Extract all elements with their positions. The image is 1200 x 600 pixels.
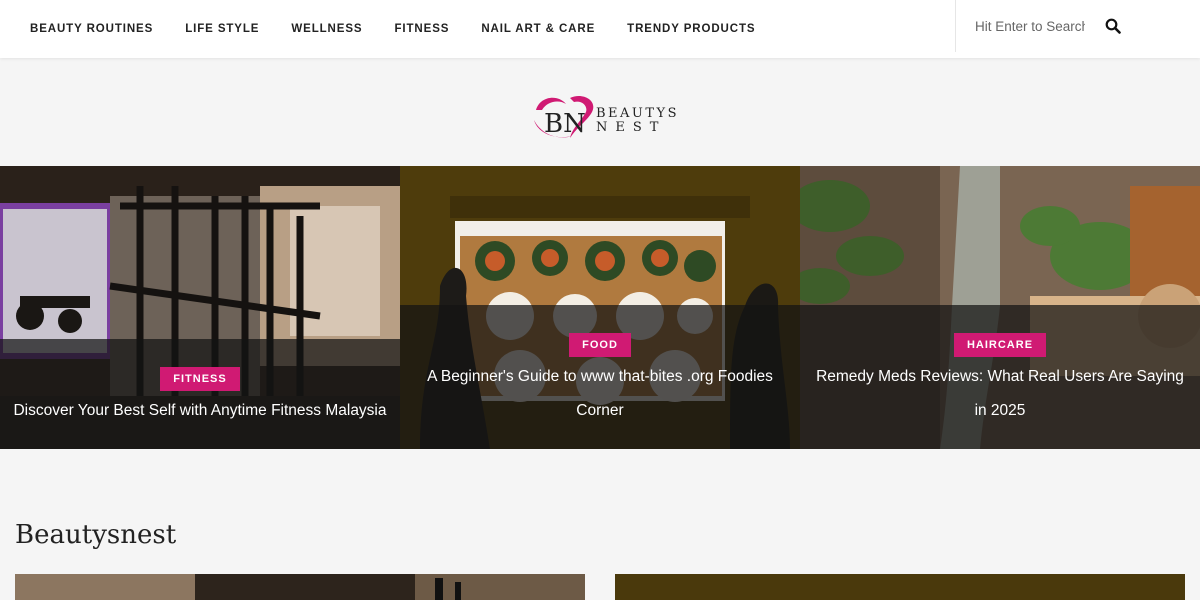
post-card-2-thumbnail[interactable] xyxy=(615,574,1185,600)
featured-post-2-caption: FOOD A Beginner's Guide to www that-bite… xyxy=(400,305,800,449)
nav-item-trendy-products[interactable]: TRENDY PRODUCTS xyxy=(611,0,771,58)
section-title: Beautysnest xyxy=(15,520,177,550)
featured-post-1[interactable]: FITNESS Discover Your Best Self with Any… xyxy=(0,166,400,449)
logo-swan-icon: BN xyxy=(534,95,594,139)
search-icon[interactable] xyxy=(1105,18,1121,34)
search-box xyxy=(955,0,1200,52)
post-card-1-thumbnail[interactable] xyxy=(15,574,585,600)
category-badge-fitness[interactable]: FITNESS xyxy=(160,367,240,391)
featured-post-1-title[interactable]: Discover Your Best Self with Anytime Fit… xyxy=(10,394,390,428)
featured-post-3-title[interactable]: Remedy Meds Reviews: What Real Users Are… xyxy=(810,360,1190,428)
nav-item-nail-art-care[interactable]: NAIL ART & CARE xyxy=(465,0,611,58)
category-badge-haircare[interactable]: HAIRCARE xyxy=(953,333,1047,357)
top-navigation-bar: BEAUTY ROUTINES LIFE STYLE WELLNESS FITN… xyxy=(0,0,1200,58)
main-menu: BEAUTY ROUTINES LIFE STYLE WELLNESS FITN… xyxy=(14,0,771,58)
featured-post-2-title[interactable]: A Beginner's Guide to www that-bites .or… xyxy=(410,360,790,428)
nav-item-wellness[interactable]: WELLNESS xyxy=(275,0,378,58)
featured-post-2[interactable]: FOOD A Beginner's Guide to www that-bite… xyxy=(400,166,800,449)
featured-posts-slider: FITNESS Discover Your Best Self with Any… xyxy=(0,166,1200,449)
site-logo[interactable]: BN BEAUTYS NEST xyxy=(526,90,680,142)
nav-item-fitness[interactable]: FITNESS xyxy=(378,0,465,58)
logo-text-line1: BEAUTYS xyxy=(596,106,680,121)
nav-item-beauty-routines[interactable]: BEAUTY ROUTINES xyxy=(14,0,169,58)
svg-text:BN: BN xyxy=(544,109,586,139)
post-card-2-image xyxy=(615,574,1185,600)
nav-item-life-style[interactable]: LIFE STYLE xyxy=(169,0,275,58)
featured-post-1-caption: FITNESS Discover Your Best Self with Any… xyxy=(0,339,400,449)
featured-post-3[interactable]: HAIRCARE Remedy Meds Reviews: What Real … xyxy=(800,166,1200,449)
logo-text-line2: NEST xyxy=(596,120,667,135)
category-badge-food[interactable]: FOOD xyxy=(569,333,631,357)
featured-post-3-caption: HAIRCARE Remedy Meds Reviews: What Real … xyxy=(800,305,1200,449)
search-input[interactable] xyxy=(975,18,1085,34)
post-card-1-image xyxy=(15,574,585,600)
